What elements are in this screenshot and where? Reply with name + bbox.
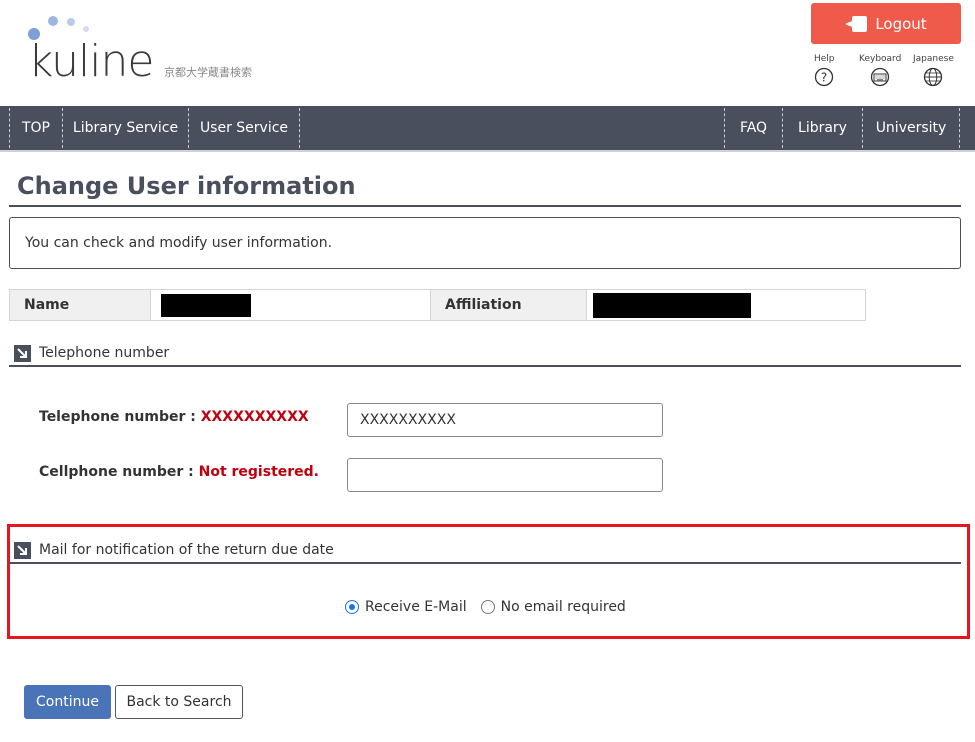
- affiliation-value: [586, 290, 865, 320]
- nav-library-service[interactable]: Library Service: [63, 106, 188, 150]
- cellphone-input[interactable]: [347, 458, 663, 492]
- nav-faq[interactable]: FAQ: [725, 106, 782, 150]
- telephone-label: Telephone number : XXXXXXXXXX: [39, 409, 309, 425]
- logout-icon: [845, 15, 868, 32]
- name-redaction: [161, 294, 251, 317]
- info-box: You can check and modify user informatio…: [9, 217, 961, 269]
- user-info-table: Name Affiliation: [9, 289, 866, 321]
- telephone-section-rule: [9, 365, 961, 367]
- arrow-down-right-icon: [14, 344, 31, 362]
- svg-text:?: ?: [821, 71, 827, 85]
- affiliation-redaction: [593, 293, 751, 318]
- logo-subtitle: 京都大学蔵書検索: [164, 66, 252, 79]
- main-nav: TOP Library Service User Service FAQ Lib…: [0, 106, 975, 150]
- nav-top[interactable]: TOP: [10, 106, 62, 150]
- telephone-input[interactable]: [347, 403, 663, 437]
- keyboard-label: Keyboard: [859, 54, 902, 64]
- cellphone-current-value: Not registered.: [198, 464, 319, 480]
- japanese-link[interactable]: Japanese: [913, 54, 954, 87]
- japanese-label: Japanese: [913, 54, 954, 64]
- logout-button[interactable]: Logout: [811, 3, 961, 44]
- help-label: Help: [814, 54, 835, 64]
- name-value: [150, 290, 430, 320]
- mail-section-title: Mail for notification of the return due …: [39, 542, 334, 558]
- nav-user-service[interactable]: User Service: [189, 106, 299, 150]
- nav-library[interactable]: Library: [783, 106, 862, 150]
- telephone-section-title: Telephone number: [39, 345, 170, 361]
- logo-text: kuline: [28, 36, 154, 87]
- receive-email-radio[interactable]: [345, 600, 359, 614]
- kuline-logo[interactable]: kuline 京都大学蔵書検索: [28, 14, 268, 84]
- cellphone-label: Cellphone number : Not registered.: [39, 464, 319, 480]
- mail-option-group: Receive E-Mail No email required: [345, 599, 626, 615]
- mail-section-rule: [9, 562, 961, 564]
- name-header: Name: [10, 290, 150, 320]
- help-icon: ?: [815, 67, 834, 87]
- no-email-label[interactable]: No email required: [501, 599, 626, 615]
- telephone-section-heading: Telephone number: [9, 340, 961, 366]
- help-link[interactable]: Help ?: [814, 54, 835, 87]
- keyboard-link[interactable]: Keyboard: [859, 54, 901, 87]
- page-title: Change User information: [17, 172, 356, 200]
- receive-email-label[interactable]: Receive E-Mail: [365, 599, 467, 615]
- affiliation-header: Affiliation: [430, 290, 586, 320]
- logout-label: Logout: [875, 14, 927, 33]
- continue-button[interactable]: Continue: [24, 685, 111, 719]
- nav-university[interactable]: University: [863, 106, 959, 150]
- info-text: You can check and modify user informatio…: [25, 235, 333, 251]
- globe-icon: [924, 67, 943, 87]
- mail-section-heading: Mail for notification of the return due …: [9, 537, 961, 563]
- telephone-current-value: XXXXXXXXXX: [200, 409, 309, 425]
- arrow-down-right-icon: [14, 541, 31, 559]
- nav-underline: [0, 150, 975, 152]
- keyboard-icon: [871, 67, 890, 87]
- title-divider: [9, 205, 961, 207]
- back-to-search-button[interactable]: Back to Search: [115, 685, 243, 719]
- no-email-radio[interactable]: [480, 600, 495, 614]
